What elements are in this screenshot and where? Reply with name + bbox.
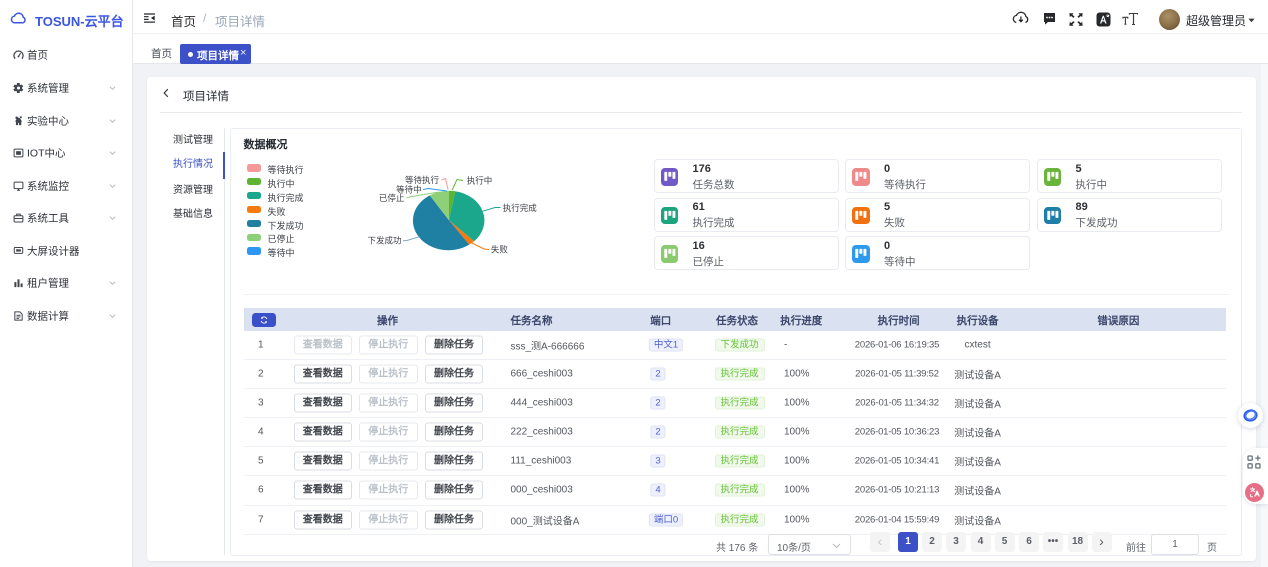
- svg-text:失败: 失败: [491, 244, 509, 254]
- svg-text:执行中: 执行中: [467, 176, 493, 186]
- svg-text:下发成功: 下发成功: [367, 236, 401, 246]
- svg-text:等待执行: 等待执行: [405, 175, 440, 185]
- svg-text:执行完成: 执行完成: [503, 203, 538, 213]
- svg-text:已停止: 已停止: [379, 193, 405, 203]
